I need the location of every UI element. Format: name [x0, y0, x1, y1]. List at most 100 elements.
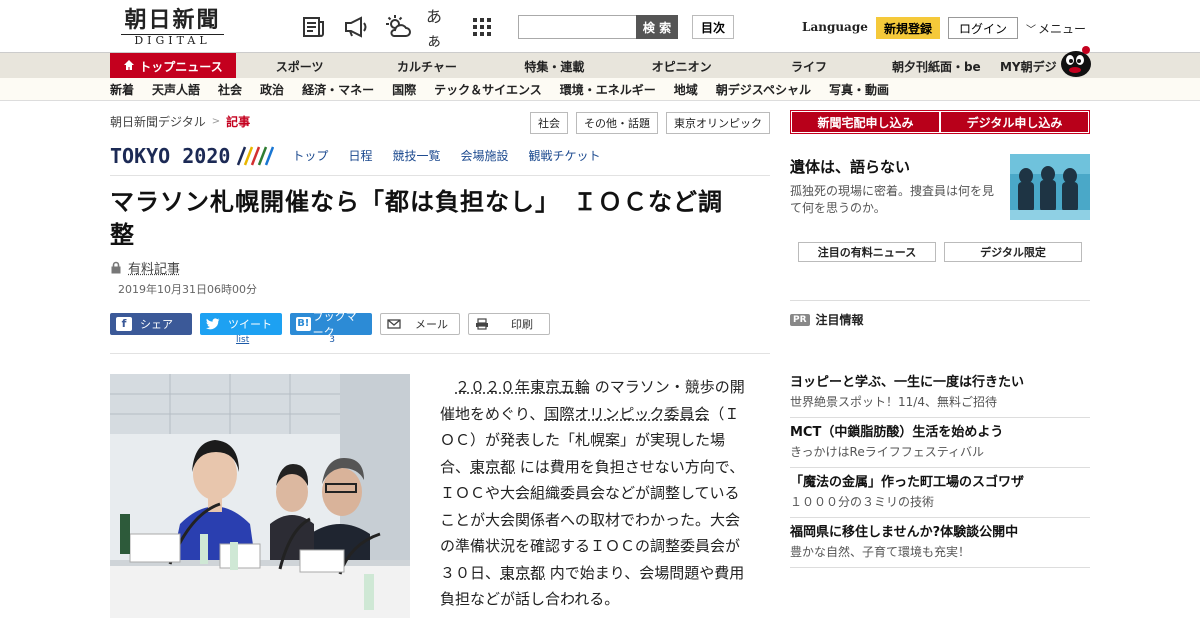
table-of-contents-button[interactable]: 目次	[692, 15, 734, 39]
site-logo[interactable]: 朝日新聞 DIGITAL	[115, 8, 230, 48]
twitter-bird-icon	[206, 318, 220, 330]
newspaper-icon[interactable]	[300, 13, 328, 41]
pr-item-title: ヨッピーと学ぶ、一生に一度は行きたい	[790, 375, 1025, 390]
chevron-down-icon: ﹀	[1026, 25, 1036, 36]
nav2-item-international[interactable]: 国際	[392, 81, 416, 98]
nav2-item-society[interactable]: 社会	[218, 81, 242, 98]
digital-only-button[interactable]: デジタル限定	[944, 242, 1082, 262]
nav2-item-latest[interactable]: 新着	[110, 81, 134, 98]
pr-item-desc: 世界絶景スポット！11/4、無料ご招待	[790, 395, 997, 409]
pr-item-title: MCT（中鎖脂肪酸）生活を始めよう	[790, 425, 1004, 440]
tokyo2020-logo[interactable]: TOKYO 2020	[110, 143, 275, 168]
lock-icon	[111, 261, 121, 274]
tokyo-link-venues[interactable]: 会場施設	[460, 147, 508, 164]
font-size-icon[interactable]: あぁ	[426, 7, 454, 50]
nav-item-print-edition[interactable]: 朝夕刊紙面・be	[873, 58, 1000, 75]
header-icon-bar: あぁ	[300, 7, 496, 50]
link-tokyo-metro-2[interactable]: 東京都	[500, 564, 545, 582]
nav2-item-environment[interactable]: 環境・エネルギー	[560, 81, 656, 98]
tokyo-link-sports[interactable]: 競技一覧	[392, 147, 440, 164]
pr-item-desc: １０００分の３ミリの技術	[790, 495, 935, 509]
nav2-item-tensei-jingo[interactable]: 天声人語	[152, 81, 200, 98]
pr-item-desc: 豊かな自然、子育て環境も充実！	[790, 545, 971, 559]
search-input[interactable]	[518, 15, 636, 39]
hatena-b-icon: B!	[296, 317, 311, 331]
mail-share-label: メール	[415, 318, 448, 331]
main-column: 朝日新聞デジタル > 記事 社会 その他・話題 東京オリンピック TOKYO 2…	[110, 106, 770, 618]
subscription-buttons: 新聞宅配申し込み デジタル申し込み	[790, 110, 1090, 134]
pr-section-header: PR 注目情報	[790, 311, 1090, 328]
article-lead-paragraph: ２０２０年東京五輪 のマラソン・競歩の開催地をめぐり、国際オリンピック委員会（Ｉ…	[440, 374, 750, 618]
nav2-item-politics[interactable]: 政治	[260, 81, 284, 98]
pr-item[interactable]: 福岡県に移住しませんか?体験談公開中 豊かな自然、子育て環境も充実！	[790, 518, 1090, 568]
pr-item[interactable]: 「魔法の金属」作った町工場のスゴワザ １０００分の３ミリの技術	[790, 468, 1090, 518]
tag-tokyo-olympics[interactable]: 東京オリンピック	[666, 112, 770, 134]
paid-news-button[interactable]: 注目の有料ニュース	[798, 242, 936, 262]
font-size-glyph: あぁ	[426, 7, 443, 50]
breadcrumb-current: 記事	[226, 114, 251, 129]
tag-other-topics[interactable]: その他・話題	[576, 112, 658, 134]
twitter-count-link[interactable]: list	[236, 335, 249, 347]
tokyo2020-links: トップ 日程 競技一覧 会場施設 観戦チケット	[292, 147, 600, 164]
pr-item-title: 「魔法の金属」作った町工場のスゴワザ	[790, 475, 1025, 490]
tag-society[interactable]: 社会	[530, 112, 568, 134]
article-photo[interactable]	[110, 374, 410, 618]
subscribe-paper-button[interactable]: 新聞宅配申し込み	[792, 112, 939, 132]
nav2-item-photo-video[interactable]: 写真・動画	[829, 81, 889, 98]
facebook-share-button[interactable]: f シェア	[110, 313, 192, 335]
mascot-icon	[1056, 44, 1094, 78]
nav2-item-special[interactable]: 朝デジスペシャル	[716, 81, 811, 98]
pr-badge: PR	[790, 313, 810, 326]
sidebar-shortcut-buttons: 注目の有料ニュース デジタル限定	[798, 242, 1090, 262]
link-tokyo-metro-1[interactable]: 東京都	[470, 458, 515, 476]
tokyo-link-tickets[interactable]: 観戦チケット	[528, 147, 600, 164]
tokyo-link-top[interactable]: トップ	[292, 147, 328, 164]
grid-icon[interactable]	[468, 13, 496, 41]
nav-item-opinion[interactable]: オピニオン	[618, 58, 745, 75]
language-link[interactable]: Language	[802, 20, 868, 34]
breadcrumb-home[interactable]: 朝日新聞デジタル	[110, 113, 206, 130]
print-label: 印刷	[511, 318, 533, 331]
share-divider	[110, 353, 770, 354]
tokyo-link-schedule[interactable]: 日程	[348, 147, 372, 164]
link-tokyo-olympics[interactable]: ２０２０年東京五輪	[455, 378, 590, 396]
twitter-tweet-button[interactable]: ツイート	[200, 313, 282, 335]
print-button[interactable]: 印刷	[468, 313, 550, 335]
pr-item-title: 福岡県に移住しませんか?体験談公開中	[790, 525, 1019, 540]
nav-item-life[interactable]: ライフ	[745, 58, 872, 75]
tokyo2020-logo-text: TOKYO 2020	[110, 143, 231, 168]
register-button[interactable]: 新規登録	[876, 17, 940, 39]
nav2-item-economy[interactable]: 経済・マネー	[302, 81, 374, 98]
paid-article-label[interactable]: 有料記事	[128, 258, 180, 277]
nav-item-features[interactable]: 特集・連載	[491, 58, 618, 75]
nav-item-culture[interactable]: カルチャー	[363, 58, 490, 75]
nav2-item-tech-science[interactable]: テック＆サイエンス	[434, 81, 542, 98]
home-icon	[123, 59, 135, 74]
topic-tags: 社会 その他・話題 東京オリンピック	[530, 112, 770, 134]
link-ioc[interactable]: 国際オリンピック委員会	[544, 405, 709, 423]
nav-item-sports[interactable]: スポーツ	[236, 58, 363, 75]
nav2-item-region[interactable]: 地域	[674, 81, 698, 98]
pr-heading: 注目情報	[815, 313, 864, 327]
pr-item[interactable]: ヨッピーと学ぶ、一生に一度は行きたい 世界絶景スポット！11/4、無料ご招待	[790, 368, 1090, 418]
paid-article-badge: 有料記事	[110, 258, 770, 277]
hatena-count[interactable]: 3	[329, 335, 335, 347]
hatena-bookmark-button[interactable]: B! ブックマーク	[290, 310, 372, 339]
sidebar: 新聞宅配申し込み デジタル申し込み 遺体は、語らない 孤独死の現場に密着。捜査員…	[790, 110, 1090, 568]
tokyo2020-bar: TOKYO 2020 トップ 日程 競技一覧 会場施設 観戦チケット	[110, 136, 770, 176]
megaphone-icon[interactable]	[342, 13, 370, 41]
subscribe-digital-button[interactable]: デジタル申し込み	[941, 112, 1088, 132]
nav-top-news[interactable]: トップニュース	[110, 53, 236, 79]
menu-button[interactable]: ﹀ メニュー	[1026, 20, 1086, 37]
press-conference-photo	[110, 374, 410, 618]
share-bar: f シェア ツイート B! ブックマーク メール 印刷	[110, 310, 770, 339]
search-button[interactable]: 検 索	[636, 15, 678, 39]
mail-share-button[interactable]: メール	[380, 313, 460, 335]
pr-item[interactable]: MCT（中鎖脂肪酸）生活を始めよう きっかけはReライフフェスティバル	[790, 418, 1090, 468]
login-button[interactable]: ログイン	[948, 17, 1018, 39]
feature-card[interactable]: 遺体は、語らない 孤独死の現場に密着。捜査員は何を見て何を思うのか。	[790, 154, 1090, 226]
site-header: 朝日新聞 DIGITAL あぁ 検 索 目次 Language 新規登録 ログイ…	[0, 0, 1200, 52]
weather-icon[interactable]	[384, 13, 412, 41]
feature-thumbnail	[1010, 154, 1090, 220]
menu-label: メニュー	[1038, 22, 1087, 36]
